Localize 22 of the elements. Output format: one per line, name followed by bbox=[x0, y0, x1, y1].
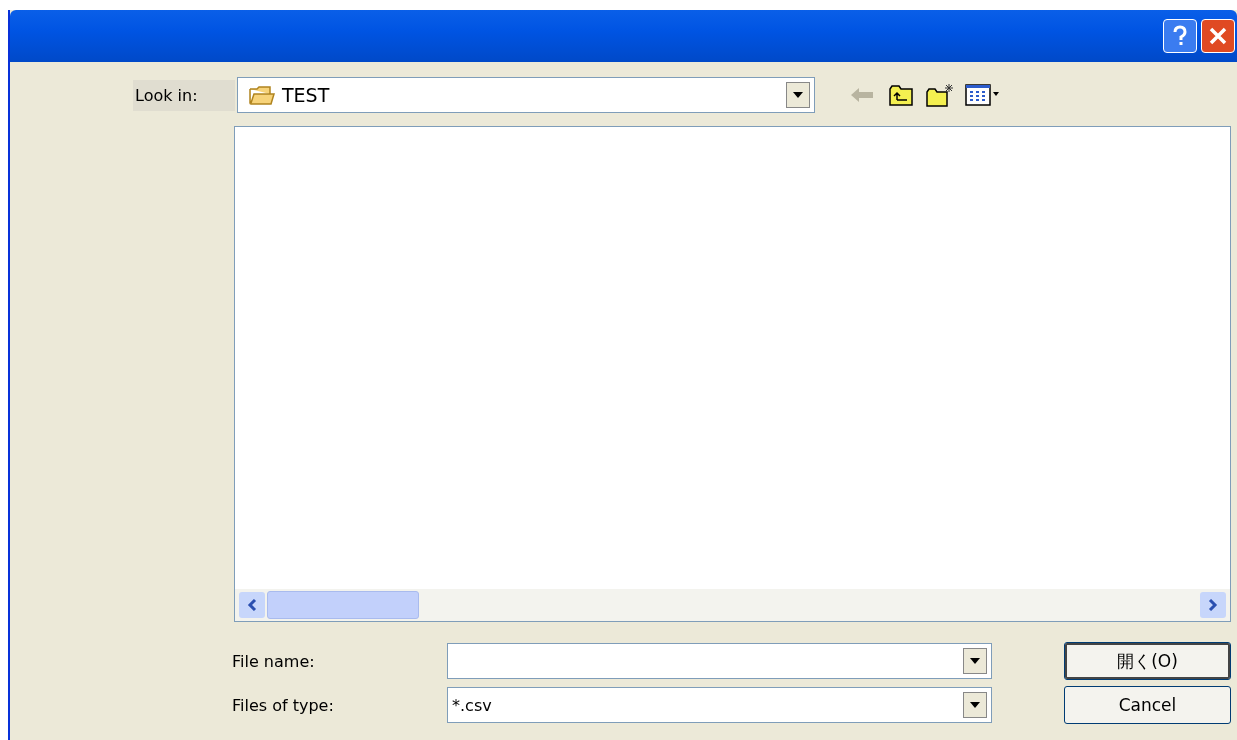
scroll-left-icon[interactable] bbox=[239, 592, 265, 618]
close-button[interactable] bbox=[1201, 19, 1235, 53]
scroll-right-icon[interactable] bbox=[1200, 592, 1226, 618]
file-type-dropdown[interactable]: *.csv bbox=[447, 687, 992, 723]
folder-name: TEST bbox=[282, 84, 331, 106]
look-in-dropdown[interactable]: TEST bbox=[237, 77, 815, 113]
close-icon bbox=[1209, 27, 1227, 45]
view-menu-icon[interactable] bbox=[965, 83, 1001, 107]
new-folder-icon[interactable] bbox=[925, 82, 955, 108]
question-mark-icon bbox=[1171, 25, 1189, 47]
cancel-button[interactable]: Cancel bbox=[1064, 686, 1231, 724]
file-type-label: Files of type: bbox=[232, 695, 335, 715]
folder-icon bbox=[248, 84, 276, 106]
open-button[interactable]: 開く(O) bbox=[1064, 642, 1231, 680]
folder-up-icon[interactable] bbox=[887, 83, 915, 107]
horizontal-scrollbar[interactable] bbox=[235, 589, 1230, 621]
scroll-thumb[interactable] bbox=[267, 591, 419, 619]
file-name-label: File name: bbox=[232, 651, 316, 671]
help-button[interactable] bbox=[1163, 19, 1197, 53]
look-in-label: Look in: bbox=[133, 79, 235, 111]
file-type-value: *.csv bbox=[451, 695, 493, 715]
file-name-field[interactable] bbox=[447, 643, 992, 679]
